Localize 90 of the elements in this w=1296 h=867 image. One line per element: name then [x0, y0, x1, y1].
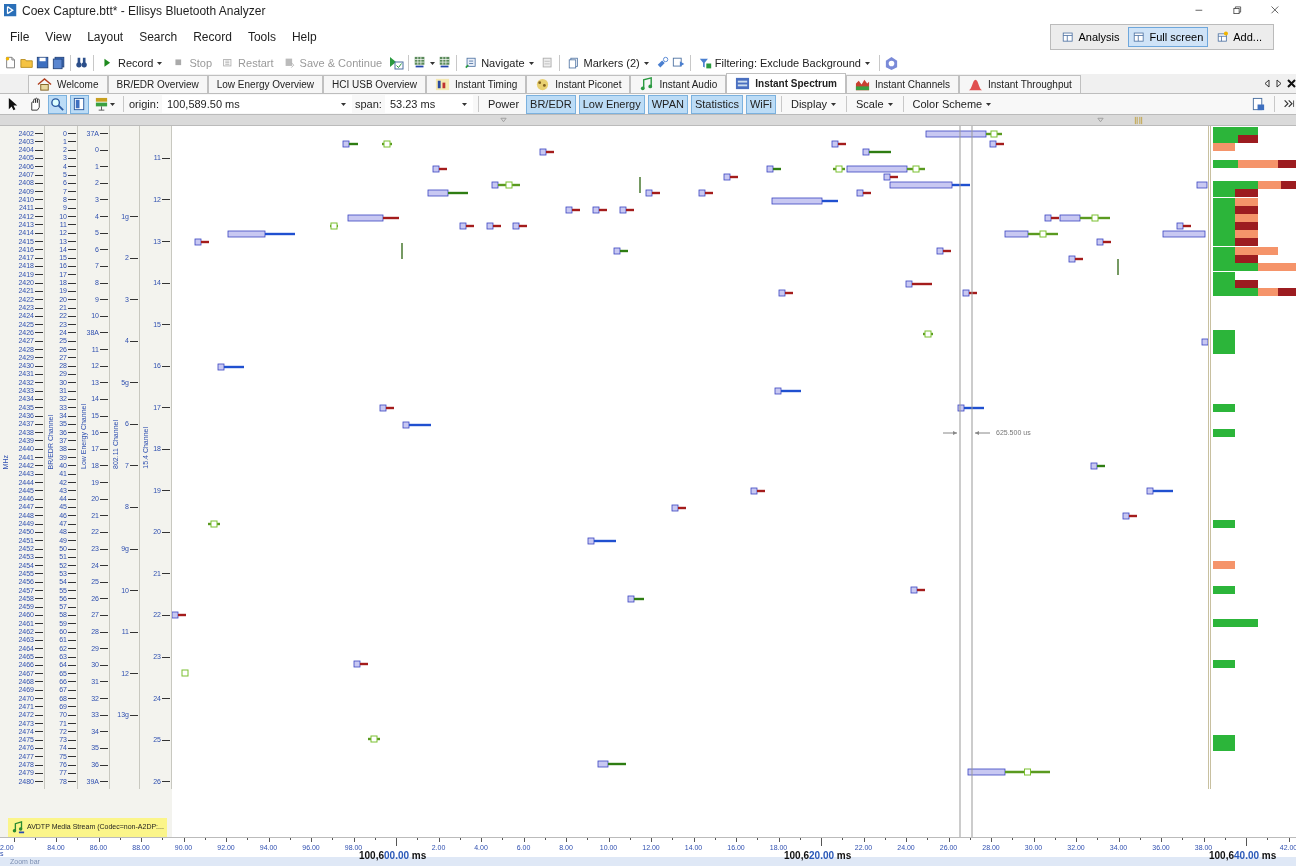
music-note-icon	[639, 77, 655, 92]
marker-line[interactable]	[971, 126, 973, 789]
tab[interactable]: Low Energy Overview	[207, 75, 323, 93]
spectrum-icon	[735, 76, 751, 91]
tab[interactable]: HCI USB Overview	[323, 75, 427, 93]
zoom-icon	[50, 96, 65, 112]
filter-toggle[interactable]: BR/EDR	[526, 94, 576, 114]
music-note-icon	[11, 820, 25, 835]
menu-item[interactable]: View	[45, 28, 72, 46]
layout-button[interactable]: Full screen	[1128, 26, 1209, 48]
peak-chart-icon	[968, 77, 984, 92]
caret-icon	[642, 59, 650, 67]
caret-icon	[156, 59, 164, 67]
filter-toggle[interactable]: Low Energy	[578, 94, 645, 114]
menu-item[interactable]: Tools	[247, 28, 276, 46]
scroll-left-icon[interactable]	[1263, 78, 1271, 89]
filtering-button[interactable]: Filtering: Exclude Background	[694, 53, 875, 73]
marker-line[interactable]	[959, 789, 961, 837]
find-icon[interactable]	[75, 56, 89, 70]
layout-button[interactable]: Analysis	[1057, 26, 1125, 48]
panel-icon	[72, 96, 87, 112]
app-logo-icon	[4, 4, 18, 18]
caret-icon[interactable]	[429, 59, 437, 67]
menu-item[interactable]: File	[10, 28, 30, 46]
dots-icon	[535, 77, 551, 92]
caret-icon	[886, 100, 894, 108]
filter-icon	[698, 56, 712, 70]
navigate-button[interactable]: Navigate	[461, 53, 539, 73]
tab[interactable]: Instant Piconet	[526, 75, 631, 93]
area-chart-icon	[854, 77, 870, 92]
filter-toggle[interactable]: Statistics	[690, 94, 743, 114]
caret-icon	[460, 100, 468, 108]
markers-icon	[567, 56, 581, 70]
layout-icon	[1133, 30, 1147, 44]
panel-tool[interactable]	[70, 94, 89, 114]
origin-field[interactable]: 100,589.50 ms	[161, 95, 352, 113]
filter-toggle[interactable]: WiFi	[745, 94, 776, 114]
save-all-icon[interactable]	[52, 56, 66, 70]
bar-chart-icon	[435, 77, 451, 92]
filter-toggle[interactable]: WPAN	[647, 94, 688, 114]
marker-line[interactable]	[959, 126, 961, 789]
caret-icon	[527, 59, 535, 67]
record-button[interactable]: Record	[98, 53, 168, 73]
view-menu-button[interactable]: Display	[786, 94, 841, 114]
menu-item[interactable]: Search	[139, 28, 178, 46]
power-button[interactable]: Power	[483, 94, 524, 114]
layout-button[interactable]: Add...	[1212, 26, 1267, 48]
caret-icon	[863, 59, 871, 67]
measure-arrow	[942, 431, 991, 435]
tab[interactable]: Instant Spectrum	[726, 73, 846, 93]
caret-icon	[985, 100, 993, 108]
marker-icon[interactable]	[671, 56, 686, 70]
zoom-tool[interactable]	[48, 94, 67, 114]
caret-icon	[830, 100, 837, 108]
add-layout-icon	[1217, 30, 1231, 44]
menu-item[interactable]: Record	[193, 28, 232, 46]
tab[interactable]: Instant Channels	[845, 75, 960, 93]
marker-line[interactable]	[971, 789, 973, 837]
span-label: span:	[354, 96, 382, 112]
tab[interactable]: Instant Audio	[630, 75, 727, 93]
home-icon	[37, 77, 52, 92]
caret-icon	[109, 100, 116, 108]
close-icon[interactable]	[1287, 78, 1296, 89]
navigate-icon	[465, 56, 479, 70]
save-icon[interactable]	[36, 56, 50, 70]
layout-icon	[1062, 30, 1076, 44]
menu-item[interactable]: Help	[291, 28, 317, 46]
scroll-right-icon[interactable]	[1275, 78, 1283, 89]
marker-range-icon[interactable]	[1134, 115, 1143, 125]
maximize-icon[interactable]	[1232, 5, 1244, 17]
caret-icon	[339, 100, 347, 108]
markers-button[interactable]: Markers (2)	[563, 53, 654, 73]
save-continue-icon	[283, 56, 297, 70]
marker-pin-icon[interactable]	[500, 116, 507, 124]
play-check-icon[interactable]	[388, 55, 405, 71]
menu-item[interactable]: Layout	[87, 28, 124, 46]
export-icon[interactable]	[1251, 96, 1266, 112]
tab[interactable]: BR/EDR Overview	[107, 75, 208, 93]
tab[interactable]: Instant Throughput	[959, 75, 1081, 93]
window-title: Coex Capture.btt* - Ellisys Bluetooth Analyzer	[22, 3, 266, 20]
origin-label: origin:	[129, 96, 159, 112]
view-menu-button[interactable]: Scale	[852, 94, 898, 114]
view-menu-button[interactable]: Color Scheme	[908, 94, 997, 114]
tab[interactable]: Instant Timing	[426, 75, 527, 93]
new-document-icon[interactable]	[4, 56, 18, 70]
marker-pin-icon[interactable]	[1097, 116, 1104, 124]
tab[interactable]: Welcome	[28, 75, 108, 93]
marker-icon[interactable]	[655, 56, 670, 70]
layers-icon	[94, 96, 109, 112]
span-field[interactable]: 53.23 ms	[384, 95, 473, 113]
